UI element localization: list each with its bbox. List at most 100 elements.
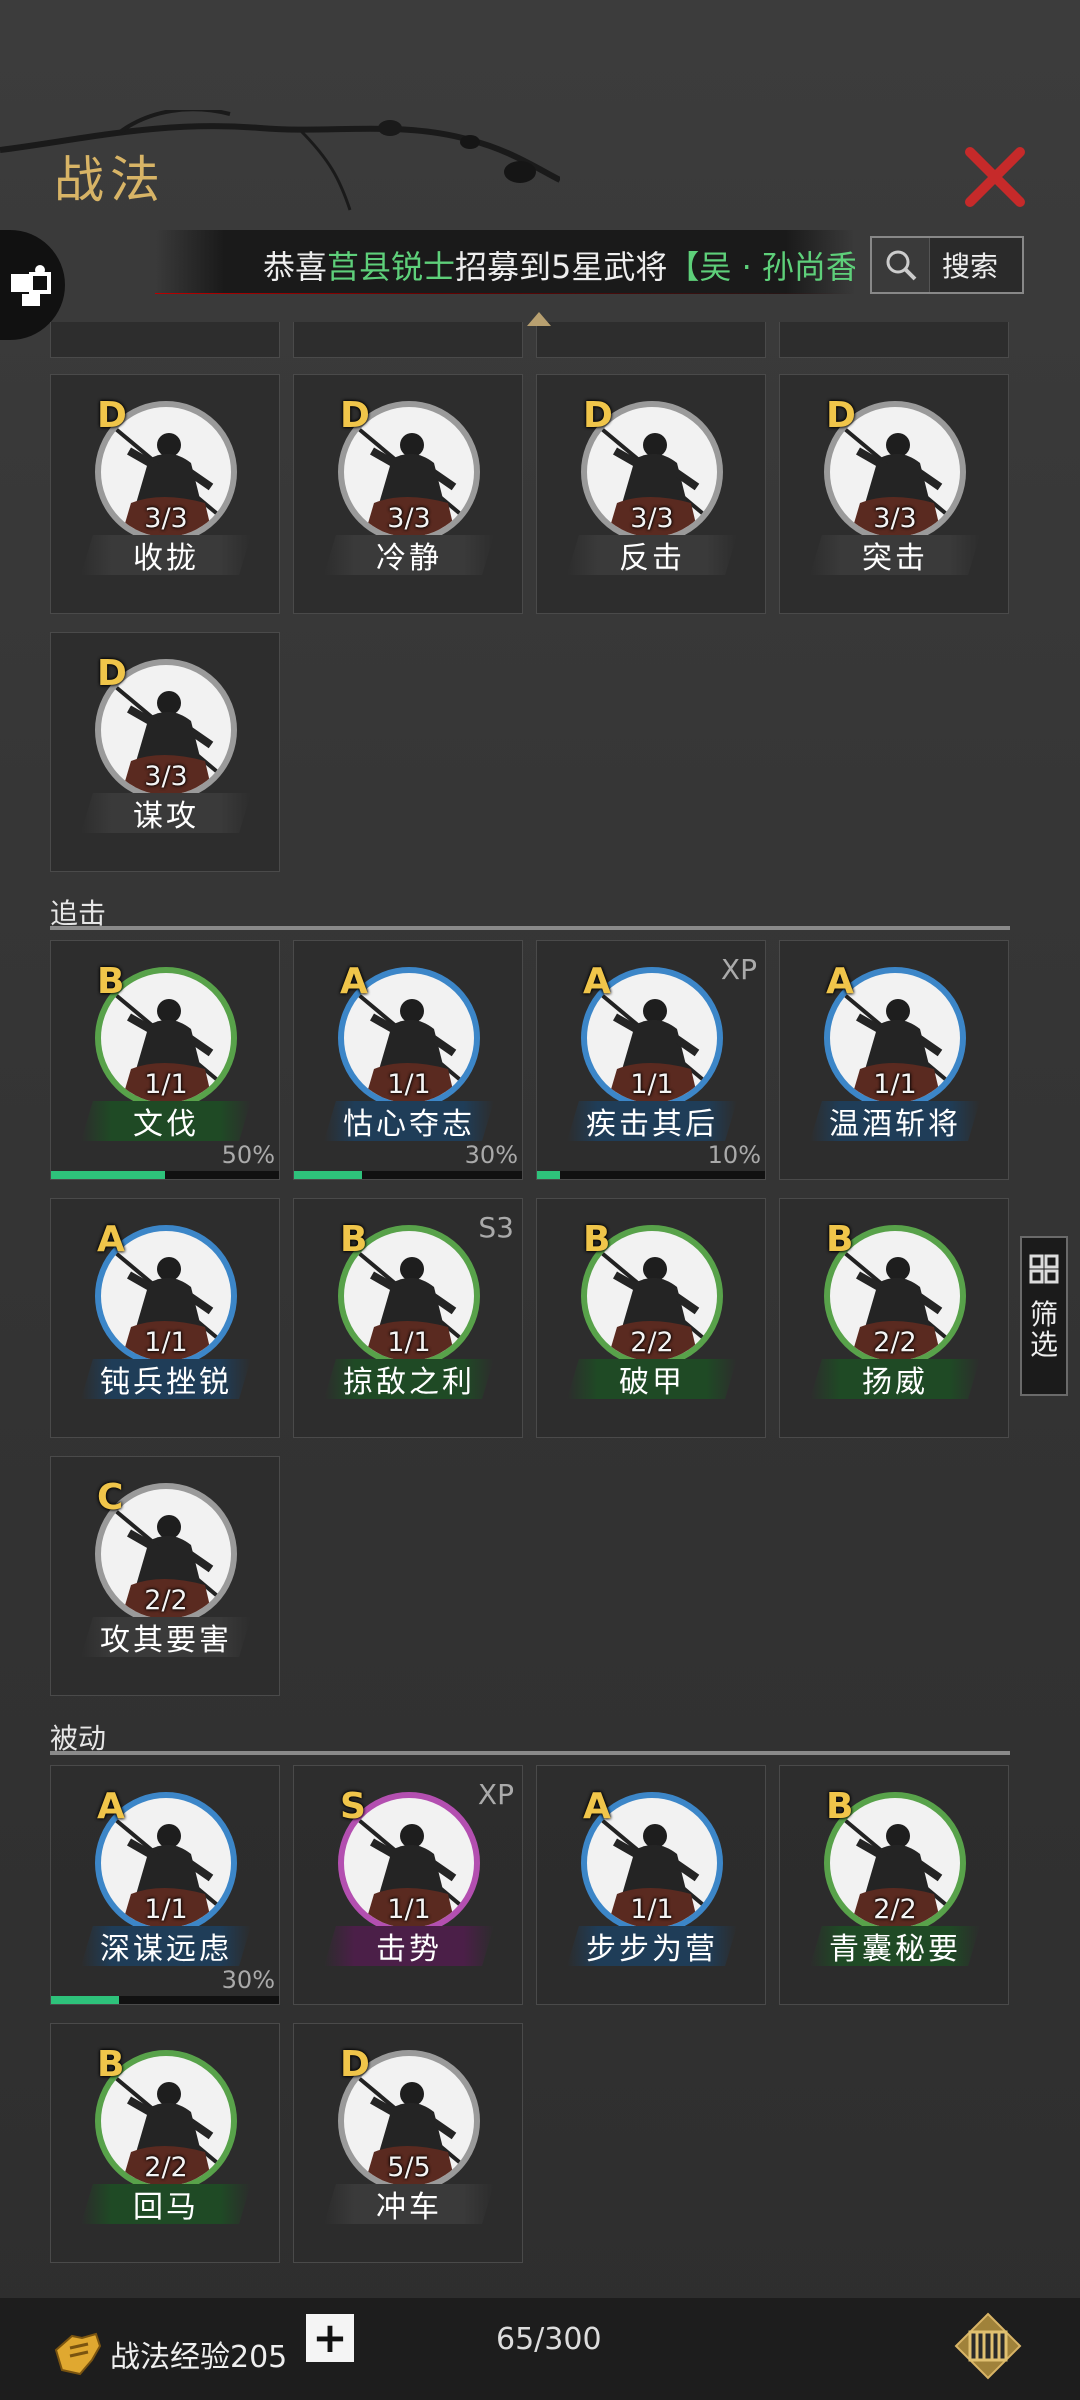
tactic-name: 步步为营	[567, 1926, 737, 1966]
tactic-count: 3/3	[144, 503, 188, 534]
tactic-count: 3/3	[873, 503, 917, 534]
tactic-card[interactable]: D 5/5 冲车	[293, 2023, 523, 2263]
page-title: 战法	[54, 151, 166, 209]
tactic-progress-label: 50%	[221, 1141, 275, 1169]
tactic-count: 1/1	[387, 1894, 431, 1925]
tactic-count: 2/2	[144, 1585, 188, 1616]
tactic-grade: C	[97, 1477, 124, 1518]
tactic-card[interactable]: D 3/3 冷静	[293, 374, 523, 614]
tactic-name: 温酒斩将	[810, 1101, 980, 1141]
tactic-count: 3/3	[630, 503, 674, 534]
section-divider	[50, 926, 1010, 930]
tactic-name: 回马	[81, 2184, 251, 2224]
tactic-grade: D	[340, 2044, 370, 2085]
tactic-count: 1/1	[630, 1069, 674, 1100]
tactic-name: 深谋远虑	[81, 1926, 251, 1966]
tactic-card[interactable]: A 1/1 步步为营	[536, 1765, 766, 2005]
tactic-name: 青囊秘要	[810, 1926, 980, 1966]
tactic-tag: S3	[478, 1211, 514, 1244]
search-button[interactable]: 搜索	[870, 236, 1024, 294]
tactic-grade: A	[97, 1219, 125, 1260]
tactic-card[interactable]: B 1/1 掠敌之利 S3	[293, 1198, 523, 1438]
tactic-progress-bar	[51, 1171, 279, 1179]
tactic-count: 2/2	[144, 2152, 188, 2183]
tactic-grade: A	[583, 1786, 611, 1827]
tactic-name: 突击	[810, 535, 980, 575]
tactic-count: 3/3	[144, 761, 188, 792]
tactic-name: 疾击其后	[567, 1101, 737, 1141]
marquee-underline	[155, 293, 855, 294]
tactic-count: 2/2	[630, 1327, 674, 1358]
tactic-grade: D	[583, 395, 613, 436]
card-fragment	[779, 322, 1009, 358]
tactic-name: 收拢	[81, 535, 251, 575]
tactic-progress-label: 10%	[707, 1141, 761, 1169]
tactic-name: 扬威	[810, 1359, 980, 1399]
announcement-marquee: 恭喜莒县锐士招募到5星武将【吴 · 孙尚香 ·	[155, 230, 855, 294]
tactic-count: 3/3	[387, 503, 431, 534]
search-label: 搜索	[942, 250, 999, 283]
puzzle-icon	[10, 265, 51, 306]
tactic-count: 1/1	[144, 1894, 188, 1925]
tactic-count: 1/1	[873, 1069, 917, 1100]
warehouse-icon[interactable]	[954, 2312, 1022, 2380]
tactic-name: 冲车	[324, 2184, 494, 2224]
tactic-name: 钝兵挫锐	[81, 1359, 251, 1399]
tactic-grade: D	[97, 653, 127, 694]
announcement-player: 莒县锐士	[327, 248, 456, 286]
grid-icon	[1029, 1254, 1059, 1284]
card-fragment	[293, 322, 523, 358]
tactic-card[interactable]: D 3/3 反击	[536, 374, 766, 614]
tactic-card[interactable]: B 2/2 破甲	[536, 1198, 766, 1438]
tactic-grade: B	[97, 961, 125, 1002]
tactic-card[interactable]: D 3/3 突击	[779, 374, 1009, 614]
tactic-card[interactable]: A 1/1 疾击其后 XP 10%	[536, 940, 766, 1180]
tactic-card[interactable]: B 2/2 青囊秘要	[779, 1765, 1009, 2005]
tactic-count: 1/1	[144, 1327, 188, 1358]
tactic-card[interactable]: A 1/1 深谋远虑 30%	[50, 1765, 280, 2005]
tactic-count: 2/2	[873, 1327, 917, 1358]
tactic-card[interactable]: S 1/1 击势 XP	[293, 1765, 523, 2005]
tactic-card[interactable]: A 1/1 怙心夺志 30%	[293, 940, 523, 1180]
tactic-grade: B	[583, 1219, 611, 1260]
tactic-progress-bar	[537, 1171, 765, 1179]
tactic-name: 掠敌之利	[324, 1359, 494, 1399]
tactic-grade: S	[340, 1786, 366, 1827]
tactic-name: 冷静	[324, 535, 494, 575]
tactic-capacity: 65/300	[496, 2322, 602, 2357]
tactic-exp-label: 战法经验205	[110, 2340, 288, 2375]
filter-button[interactable]: 筛选	[1020, 1236, 1068, 1396]
tactic-progress-bar	[294, 1171, 522, 1179]
close-icon[interactable]	[960, 142, 1030, 212]
tactic-count: 1/1	[387, 1327, 431, 1358]
tactic-count: 5/5	[387, 2152, 431, 2183]
tactic-card[interactable]: A 1/1 钝兵挫锐	[50, 1198, 280, 1438]
tactic-name: 反击	[567, 535, 737, 575]
tactic-progress-fill	[294, 1171, 363, 1179]
tactic-card[interactable]: A 1/1 温酒斩将	[779, 940, 1009, 1180]
tactic-tag: XP	[720, 953, 757, 986]
tactic-grade: A	[583, 961, 611, 1002]
add-exp-button[interactable]: +	[306, 2314, 354, 2362]
tactic-grade: A	[340, 961, 368, 1002]
tactic-card[interactable]: B 1/1 文伐 50%	[50, 940, 280, 1180]
tactic-name: 文伐	[81, 1101, 251, 1141]
tactic-card[interactable]: D 3/3 谋攻	[50, 632, 280, 872]
tactic-count: 1/1	[630, 1894, 674, 1925]
tactic-card[interactable]: D 3/3 收拢	[50, 374, 280, 614]
announcement-hero: 【吴 · 孙尚香 ·	[667, 248, 855, 286]
tactic-grade: A	[97, 1786, 125, 1827]
tactic-tag: XP	[477, 1778, 514, 1811]
tactic-name: 怙心夺志	[324, 1101, 494, 1141]
tactic-progress-fill	[51, 1996, 120, 2004]
tactic-count: 1/1	[387, 1069, 431, 1100]
tactic-grade: D	[340, 395, 370, 436]
filter-label: 筛选	[1029, 1298, 1058, 1361]
tactic-card[interactable]: B 2/2 扬威	[779, 1198, 1009, 1438]
tactic-grade: B	[97, 2044, 125, 2085]
tactic-card[interactable]: C 2/2 攻其要害	[50, 1456, 280, 1696]
tactic-grade: B	[826, 1786, 854, 1827]
tactic-card[interactable]: B 2/2 回马	[50, 2023, 280, 2263]
section-divider	[50, 1751, 1010, 1755]
tactic-name: 击势	[324, 1926, 494, 1966]
